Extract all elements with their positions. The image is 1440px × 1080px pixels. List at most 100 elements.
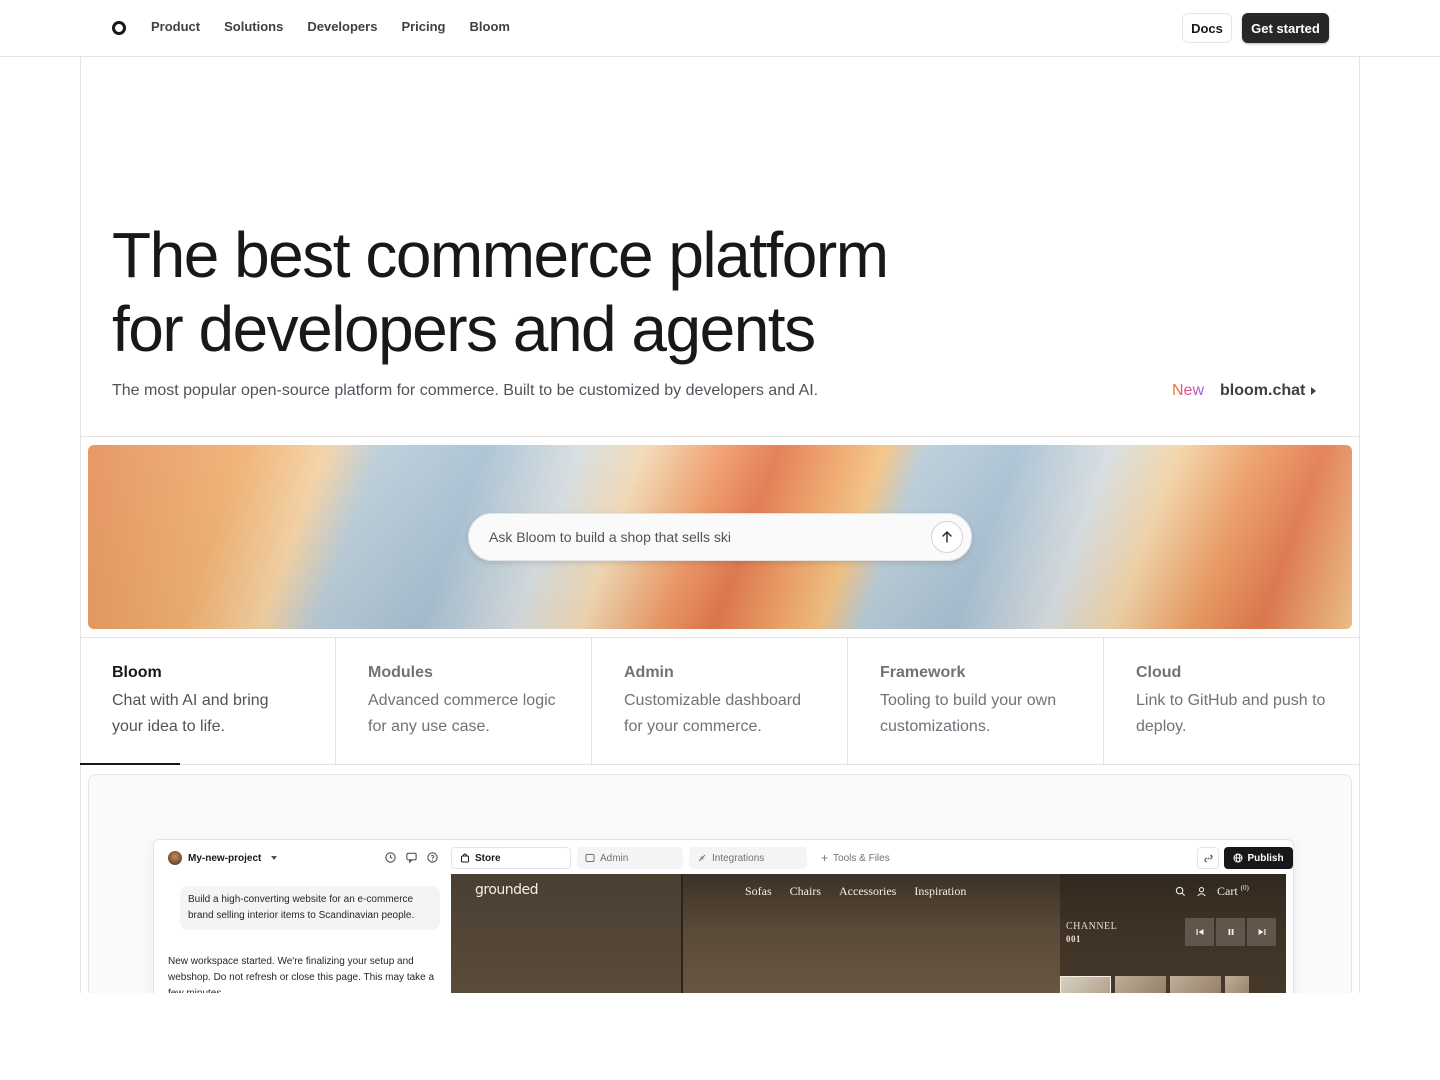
app-tab-label: Store <box>475 852 501 864</box>
tab-title: Bloom <box>112 664 162 681</box>
new-announcement-link[interactable]: New bloom.chat <box>1172 382 1317 400</box>
pause-icon <box>1228 929 1233 935</box>
product-tabs: Bloom Chat with AI and bring your idea t… <box>80 638 1360 765</box>
next-button[interactable] <box>1247 918 1276 946</box>
user-prompt-bubble: Build a high-converting website for an e… <box>180 886 440 930</box>
app-tab-label: Tools & Files <box>833 852 890 864</box>
tab-title: Modules <box>368 664 433 681</box>
skip-back-icon <box>1196 929 1203 935</box>
app-tab-label: Integrations <box>712 852 765 864</box>
hero-headline-line2: for developers and agents <box>112 293 816 365</box>
cart-link[interactable]: Cart (0) <box>1217 884 1249 899</box>
window-icon <box>585 854 595 862</box>
chat-panel: Build a high-converting website for an e… <box>154 876 450 993</box>
nav-links: Product Solutions Developers Pricing Blo… <box>151 19 510 34</box>
hero-headline-line1: The best commerce platform <box>112 219 889 291</box>
store-nav-sofas[interactable]: Sofas <box>745 884 772 899</box>
store-nav: Sofas Chairs Accessories Inspiration <box>745 884 966 899</box>
app-tab-label: Admin <box>600 852 629 864</box>
ask-bloom-box <box>468 513 972 561</box>
tab-admin[interactable]: Admin Customizable dashboard for your co… <box>592 638 848 764</box>
link-icon <box>1203 854 1213 862</box>
toolbar-icons <box>384 851 439 864</box>
video-thumbnail[interactable] <box>1060 976 1111 993</box>
arrow-right-icon <box>1311 387 1317 395</box>
project-selector[interactable]: My-new-project <box>168 851 278 865</box>
arrow-up-icon <box>942 531 952 543</box>
store-preview: grounded Sofas Chairs Accessories Inspir… <box>451 874 1286 993</box>
active-tab-indicator <box>80 763 180 765</box>
docs-button[interactable]: Docs <box>1182 13 1232 43</box>
tab-cloud[interactable]: Cloud Link to GitHub and push to deploy. <box>1104 638 1360 764</box>
store-actions: Cart (0) <box>1175 884 1249 899</box>
plus-icon: + <box>821 851 829 865</box>
history-icon[interactable] <box>384 851 397 864</box>
previous-button[interactable] <box>1185 918 1214 946</box>
tab-bloom[interactable]: Bloom Chat with AI and bring your idea t… <box>80 638 336 765</box>
tab-framework[interactable]: Framework Tooling to build your own cust… <box>848 638 1104 764</box>
app-tab-tools-files[interactable]: + Tools & Files <box>813 847 898 869</box>
copy-link-button[interactable] <box>1197 847 1219 869</box>
search-icon[interactable] <box>1175 886 1186 897</box>
comment-icon[interactable] <box>405 851 418 864</box>
tab-title: Framework <box>880 664 966 681</box>
hero-subtitle: The most popular open-source platform fo… <box>112 382 819 399</box>
tab-description: Advanced commerce logic for any use case… <box>368 692 556 735</box>
tab-description: Customizable dashboard for your commerce… <box>624 692 801 735</box>
bag-icon <box>461 853 469 863</box>
cart-label: Cart <box>1217 884 1238 898</box>
skip-forward-icon <box>1258 929 1265 935</box>
logo-icon[interactable] <box>112 21 126 35</box>
tab-title: Admin <box>624 664 674 681</box>
app-tab-integrations[interactable]: Integrations <box>689 847 807 869</box>
get-started-button[interactable]: Get started <box>1242 13 1329 43</box>
channel-title: CHANNEL <box>1066 921 1118 932</box>
channel-label: CHANNEL 001 <box>1066 920 1117 946</box>
globe-icon <box>1233 853 1243 863</box>
app-window: My-new-project Store Admin Integrations … <box>153 839 1294 993</box>
new-badge: New <box>1172 382 1205 399</box>
assistant-message: New workspace started. We're finalizing … <box>168 956 435 993</box>
store-logo[interactable]: grounded <box>475 882 539 898</box>
publish-button[interactable]: Publish <box>1224 847 1293 869</box>
app-tab-admin[interactable]: Admin <box>577 847 683 869</box>
product-preview: My-new-project Store Admin Integrations … <box>88 774 1352 993</box>
app-toolbar: My-new-project Store Admin Integrations … <box>154 840 1293 876</box>
cart-count: (0) <box>1240 884 1249 892</box>
video-thumbnail[interactable] <box>1225 976 1249 993</box>
video-thumbnails <box>1060 976 1249 993</box>
user-icon[interactable] <box>1196 886 1207 897</box>
pause-button[interactable] <box>1216 918 1245 946</box>
app-tab-store[interactable]: Store <box>451 847 571 869</box>
video-thumbnail[interactable] <box>1115 976 1166 993</box>
bloom-chat-link[interactable]: bloom.chat <box>1220 382 1317 400</box>
store-nav-accessories[interactable]: Accessories <box>839 884 896 899</box>
project-name: My-new-project <box>188 852 262 864</box>
tab-description: Tooling to build your own customizations… <box>880 692 1057 735</box>
tab-description: Chat with AI and bring your idea to life… <box>112 692 269 735</box>
nav-link-product[interactable]: Product <box>151 19 200 34</box>
ask-bloom-input[interactable] <box>489 514 909 560</box>
nav-link-bloom[interactable]: Bloom <box>470 19 510 34</box>
divider <box>80 436 1360 437</box>
bloom-chat-label: bloom.chat <box>1220 382 1306 399</box>
chevron-down-icon <box>271 856 278 860</box>
plug-icon <box>698 854 706 862</box>
avatar <box>168 851 182 865</box>
top-nav: Product Solutions Developers Pricing Blo… <box>0 0 1440 57</box>
store-nav-inspiration[interactable]: Inspiration <box>914 884 966 899</box>
help-icon[interactable] <box>426 851 439 864</box>
publish-label: Publish <box>1247 852 1284 864</box>
nav-link-solutions[interactable]: Solutions <box>224 19 283 34</box>
app-tabs: Store Admin Integrations + Tools & Files <box>451 847 898 869</box>
nav-link-pricing[interactable]: Pricing <box>401 19 445 34</box>
channel-number: 001 <box>1066 934 1081 944</box>
video-thumbnail[interactable] <box>1170 976 1221 993</box>
tab-description: Link to GitHub and push to deploy. <box>1136 692 1326 735</box>
hero-headline: The best commerce platform for developer… <box>112 218 1012 366</box>
nav-link-developers[interactable]: Developers <box>307 19 377 34</box>
store-nav-chairs[interactable]: Chairs <box>790 884 821 899</box>
tab-modules[interactable]: Modules Advanced commerce logic for any … <box>336 638 592 764</box>
send-button[interactable] <box>931 521 963 553</box>
video-player-controls <box>1185 918 1276 946</box>
